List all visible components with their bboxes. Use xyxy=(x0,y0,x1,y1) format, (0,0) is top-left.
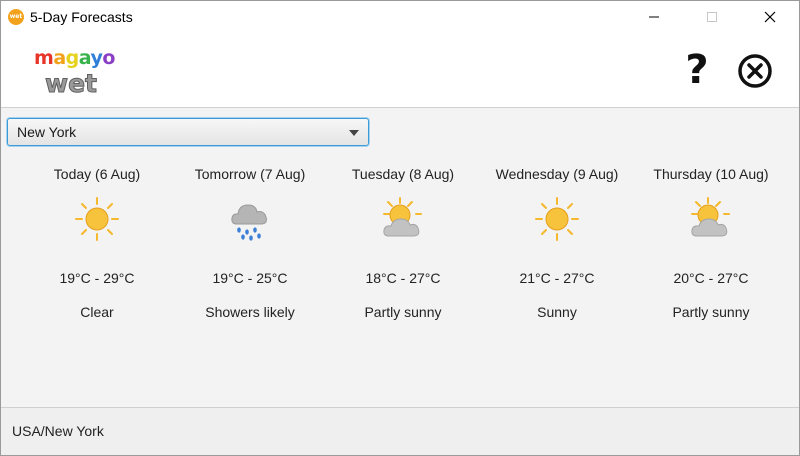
title-bar: wet 5-Day Forecasts xyxy=(1,1,799,32)
window-controls xyxy=(625,1,799,32)
maximize-button[interactable] xyxy=(683,1,741,32)
forecast-day-label: Tuesday (8 Aug) xyxy=(351,166,455,182)
forecast-day-1: Today (6 Aug) 19°C - 29°C Clear xyxy=(22,164,172,322)
forecast-condition: Partly sunny xyxy=(364,304,442,320)
rain-cloud-icon xyxy=(231,204,267,241)
forecast-day-label: Thursday (10 Aug) xyxy=(653,166,769,182)
forecast-day-label: Today (6 Aug) xyxy=(53,166,141,182)
city-dropdown[interactable]: New York xyxy=(7,118,369,146)
header-bar: magayo wet ? xyxy=(1,32,799,108)
app-icon: wet xyxy=(8,8,24,25)
forecast-condition: Partly sunny xyxy=(672,304,750,320)
city-dropdown-value: New York xyxy=(17,124,77,140)
minimize-button[interactable] xyxy=(625,1,683,32)
sunny-icon xyxy=(75,197,119,241)
help-button[interactable]: ? xyxy=(679,50,715,90)
forecast-panel: New York Today (6 Aug) 19°C - 29°C Clear xyxy=(1,108,799,408)
forecast-day-2: Tomorrow (7 Aug) 19°C - 25°C Showers lik… xyxy=(175,164,325,322)
exit-button[interactable] xyxy=(736,52,774,90)
forecast-day-label: Tomorrow (7 Aug) xyxy=(194,166,306,182)
forecast-condition: Clear xyxy=(80,304,114,320)
forecast-day-4: Wednesday (9 Aug) 21°C - 27°C Sunny xyxy=(482,164,632,322)
close-circle-icon xyxy=(738,54,772,88)
svg-text:wet: wet xyxy=(45,69,97,98)
close-icon xyxy=(764,11,776,22)
window-close-button[interactable] xyxy=(741,1,799,32)
app-window: wet 5-Day Forecasts magayo wet ? New Yor… xyxy=(0,0,800,456)
status-bar: USA/New York xyxy=(1,407,799,455)
forecast-temperature: 19°C - 29°C xyxy=(59,270,135,286)
partly-sunny-icon xyxy=(691,197,730,237)
forecast-condition: Showers likely xyxy=(205,304,295,320)
forecast-temperature: 18°C - 27°C xyxy=(365,270,441,286)
forecast-condition: Sunny xyxy=(537,304,577,320)
window-title: 5-Day Forecasts xyxy=(30,8,133,25)
forecast-temperature: 21°C - 27°C xyxy=(519,270,595,286)
svg-text:magayo: magayo xyxy=(34,47,115,69)
partly-sunny-icon xyxy=(383,197,422,237)
forecast-day-5: Thursday (10 Aug) 20°C - 27°C Partly sun… xyxy=(636,164,786,322)
dropdown-arrow-icon xyxy=(349,130,359,136)
minimize-icon xyxy=(649,16,659,17)
forecast-temperature: 19°C - 25°C xyxy=(212,270,288,286)
forecast-temperature: 20°C - 27°C xyxy=(673,270,749,286)
magayo-wet-logo: magayo wet xyxy=(34,47,116,98)
status-location: USA/New York xyxy=(12,423,104,439)
forecast-day-3: Tuesday (8 Aug) 18°C - 27°C Partly sunny xyxy=(328,164,478,322)
sunny-icon xyxy=(535,197,579,241)
help-icon: ? xyxy=(685,47,709,93)
forecast-day-label: Wednesday (9 Aug) xyxy=(495,166,619,182)
maximize-icon xyxy=(707,11,717,22)
